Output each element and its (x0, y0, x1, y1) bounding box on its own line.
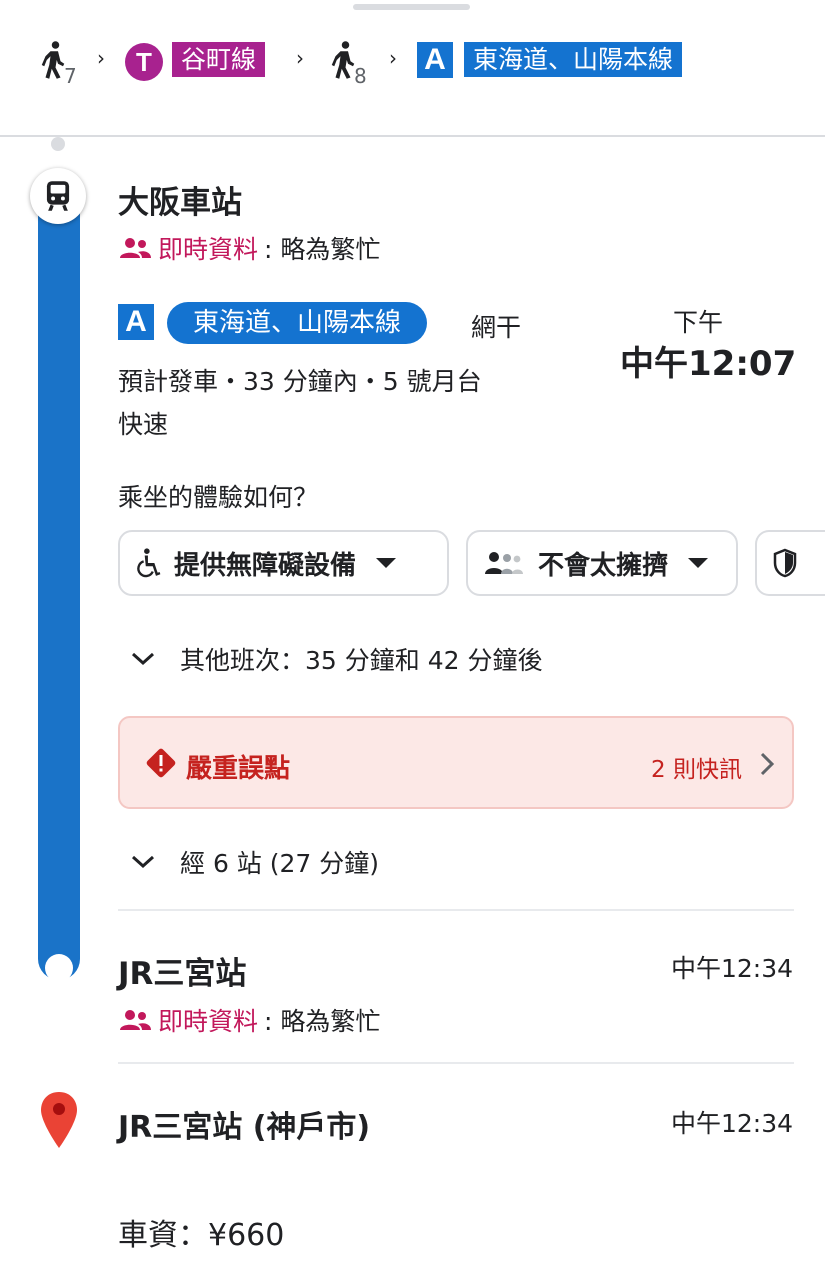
people-icon (120, 1010, 151, 1030)
crowding-chip[interactable]: 不會太擁擠 (466, 530, 738, 596)
accessible-icon (137, 548, 161, 578)
other-departures-text: 其他班次：35 分鐘和 42 分鐘後 (180, 646, 543, 675)
crowd-level-text: : 略為繁忙 (264, 235, 381, 264)
live-crowd-info: 即時資料: 略為繁忙 (118, 230, 380, 266)
other-departures-expander[interactable]: 其他班次：35 分鐘和 42 分鐘後 (130, 641, 542, 677)
divider (118, 1062, 794, 1064)
alert-title: 嚴重誤點 (186, 754, 291, 784)
jr-line-label: 東海道、山陽本線 (464, 42, 683, 77)
separator-chevron-icon: › (296, 46, 304, 70)
walk-minutes: 7 (64, 64, 77, 88)
departure-time: 中午12:07 (620, 344, 797, 384)
accessibility-chip[interactable]: 提供無障礙設備 (118, 530, 449, 596)
dropdown-arrow-icon (376, 558, 397, 568)
live-crowd-info: 即時資料: 略為繁忙 (118, 1002, 380, 1038)
divider (118, 909, 794, 911)
chevron-right-icon (760, 752, 775, 776)
separator-chevron-icon: › (389, 46, 397, 70)
live-data-label: 即時資料 (158, 235, 259, 264)
live-data-label: 即時資料 (158, 1007, 259, 1036)
dropdown-arrow-icon (688, 558, 709, 568)
stops-summary-text: 經 6 站 (27 分鐘) (180, 849, 380, 878)
shield-icon (773, 548, 797, 578)
departure-station-name[interactable]: 大阪車站 (118, 177, 242, 222)
service-type: 快速 (118, 410, 169, 439)
walk-segment-2: 8 (328, 40, 367, 88)
feedback-question: 乘坐的體驗如何？ (118, 483, 319, 512)
destination-name[interactable]: JR三宮站 (神戶市) (118, 1102, 370, 1146)
line-name-pill[interactable]: 東海道、山陽本線 (167, 302, 428, 344)
accessibility-chip-label: 提供無障礙設備 (174, 550, 357, 581)
destination-time: 中午12:34 (670, 1109, 793, 1138)
timeline-dot (51, 137, 65, 151)
map-pin-icon (41, 1092, 77, 1148)
chevron-down-icon (131, 652, 155, 666)
walk-segment-1: 7 (38, 40, 77, 88)
warning-icon (146, 748, 176, 778)
stops-expander[interactable]: 經 6 站 (27 分鐘) (130, 844, 379, 880)
route-summary: 7 › T 谷町線 › 8 › A 東海道、山陽本線 (0, 0, 825, 137)
crowd-icon (485, 552, 523, 574)
tanimachi-line-label: 谷町線 (172, 42, 266, 77)
arrival-time: 中午12:34 (670, 954, 793, 983)
fare-text: 車資：¥660 (118, 1218, 285, 1253)
transit-rail (38, 195, 80, 980)
arrival-stop-dot (45, 954, 73, 982)
departure-time-prefix: 下午 (673, 308, 724, 337)
arrival-station-name[interactable]: JR三宮站 (118, 948, 246, 993)
crowd-level-text: : 略為繁忙 (264, 1007, 381, 1036)
jr-line-badge: A (417, 42, 453, 78)
walk-minutes: 8 (354, 64, 367, 88)
train-icon (30, 168, 86, 224)
separator-chevron-icon: › (97, 46, 105, 70)
direction-text: 網干 (471, 313, 522, 342)
safety-chip[interactable] (755, 530, 825, 596)
delay-alert-banner[interactable]: 嚴重誤點 2 則快訊 (118, 716, 794, 809)
crowding-chip-label: 不會太擁擠 (538, 550, 669, 581)
jr-line-badge: A (118, 304, 154, 340)
departure-details: 預計發車・33 分鐘內・5 號月台 (118, 367, 482, 396)
alert-count-link: 2 則快訊 (651, 757, 742, 783)
chevron-down-icon (131, 855, 155, 869)
people-icon (120, 238, 151, 258)
tanimachi-line-badge: T (125, 43, 163, 81)
